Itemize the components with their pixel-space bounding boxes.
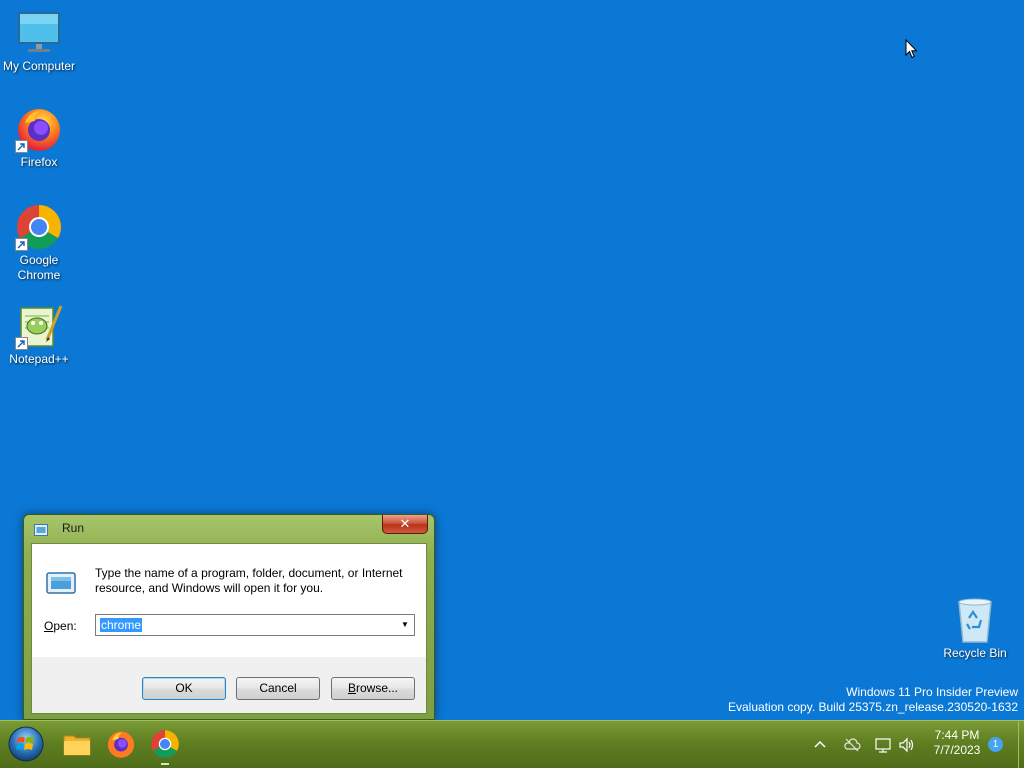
chrome-icon[interactable] <box>150 729 180 759</box>
onedrive-cloud-icon[interactable] <box>843 736 861 754</box>
start-button[interactable] <box>7 725 45 763</box>
desktop: My Computer Firefox Google Chrome Notepa… <box>0 0 1024 768</box>
desktop-icon-label: My Computer <box>2 59 76 73</box>
desktop-icon-recycle-bin[interactable]: Recycle Bin <box>935 596 1015 661</box>
run-description: Type the name of a program, folder, docu… <box>95 566 403 595</box>
run-dialog-body: Type the name of a program, folder, docu… <box>31 543 427 714</box>
volume-icon[interactable] <box>898 736 916 754</box>
desktop-icon-firefox[interactable]: Firefox <box>0 105 79 170</box>
windows-watermark: Windows 11 Pro Insider Preview Evaluatio… <box>728 685 1018 715</box>
desktop-icon-google-chrome[interactable]: Google Chrome <box>0 203 79 283</box>
chrome-icon <box>15 203 63 251</box>
run-icon <box>34 523 48 541</box>
ok-button[interactable]: OK <box>142 677 226 700</box>
run-program-icon <box>46 572 76 599</box>
open-input[interactable]: chrome <box>100 618 143 632</box>
show-desktop-button[interactable] <box>1018 721 1024 768</box>
open-label: Open: <box>44 619 77 633</box>
network-icon[interactable] <box>874 736 892 754</box>
notepadpp-icon <box>15 302 63 350</box>
clock[interactable]: 7:44 PM 7/7/2023 <box>924 728 990 758</box>
notification-badge[interactable]: 1 <box>988 737 1003 752</box>
open-label-rest: pen: <box>53 619 77 633</box>
cancel-button[interactable]: Cancel <box>236 677 320 700</box>
close-button[interactable]: ✕ <box>382 515 428 534</box>
run-dialog-titlebar[interactable]: Run ✕ <box>24 515 434 541</box>
run-dialog[interactable]: Run ✕ Type the name of a program, folder… <box>23 514 435 720</box>
chevron-down-icon[interactable]: ▼ <box>398 617 412 633</box>
desktop-icon-label: Recycle Bin <box>943 646 1007 660</box>
clock-time: 7:44 PM <box>934 728 980 742</box>
desktop-icon-label: Firefox <box>20 155 58 169</box>
clock-date: 7/7/2023 <box>933 743 981 757</box>
firefox-icon[interactable] <box>106 729 136 759</box>
desktop-icon-label: Google Chrome <box>17 253 61 282</box>
browse-button[interactable]: Browse... <box>331 677 415 700</box>
monitor-icon <box>15 9 63 57</box>
running-indicator <box>161 763 169 765</box>
recycle-bin-icon <box>951 596 999 644</box>
firefox-icon <box>15 105 63 153</box>
chevron-up-icon[interactable] <box>811 736 829 754</box>
taskbar: 7:44 PM 7/7/2023 1 <box>0 720 1024 768</box>
desktop-icon-notepadpp[interactable]: Notepad++ <box>0 302 79 367</box>
mouse-cursor-icon <box>905 38 919 64</box>
watermark-line-1: Windows 11 Pro Insider Preview <box>846 685 1018 699</box>
run-dialog-title: Run <box>62 521 85 535</box>
shortcut-arrow-icon <box>15 140 28 153</box>
open-combobox[interactable]: chrome ▼ <box>95 614 415 636</box>
desktop-icon-my-computer[interactable]: My Computer <box>0 9 79 74</box>
close-icon: ✕ <box>399 516 411 531</box>
shortcut-arrow-icon <box>15 337 28 350</box>
shortcut-arrow-icon <box>15 238 28 251</box>
watermark-line-2: Evaluation copy. Build 25375.zn_release.… <box>728 700 1018 714</box>
desktop-icon-label: Notepad++ <box>9 352 69 366</box>
file-explorer-icon[interactable] <box>62 729 92 759</box>
